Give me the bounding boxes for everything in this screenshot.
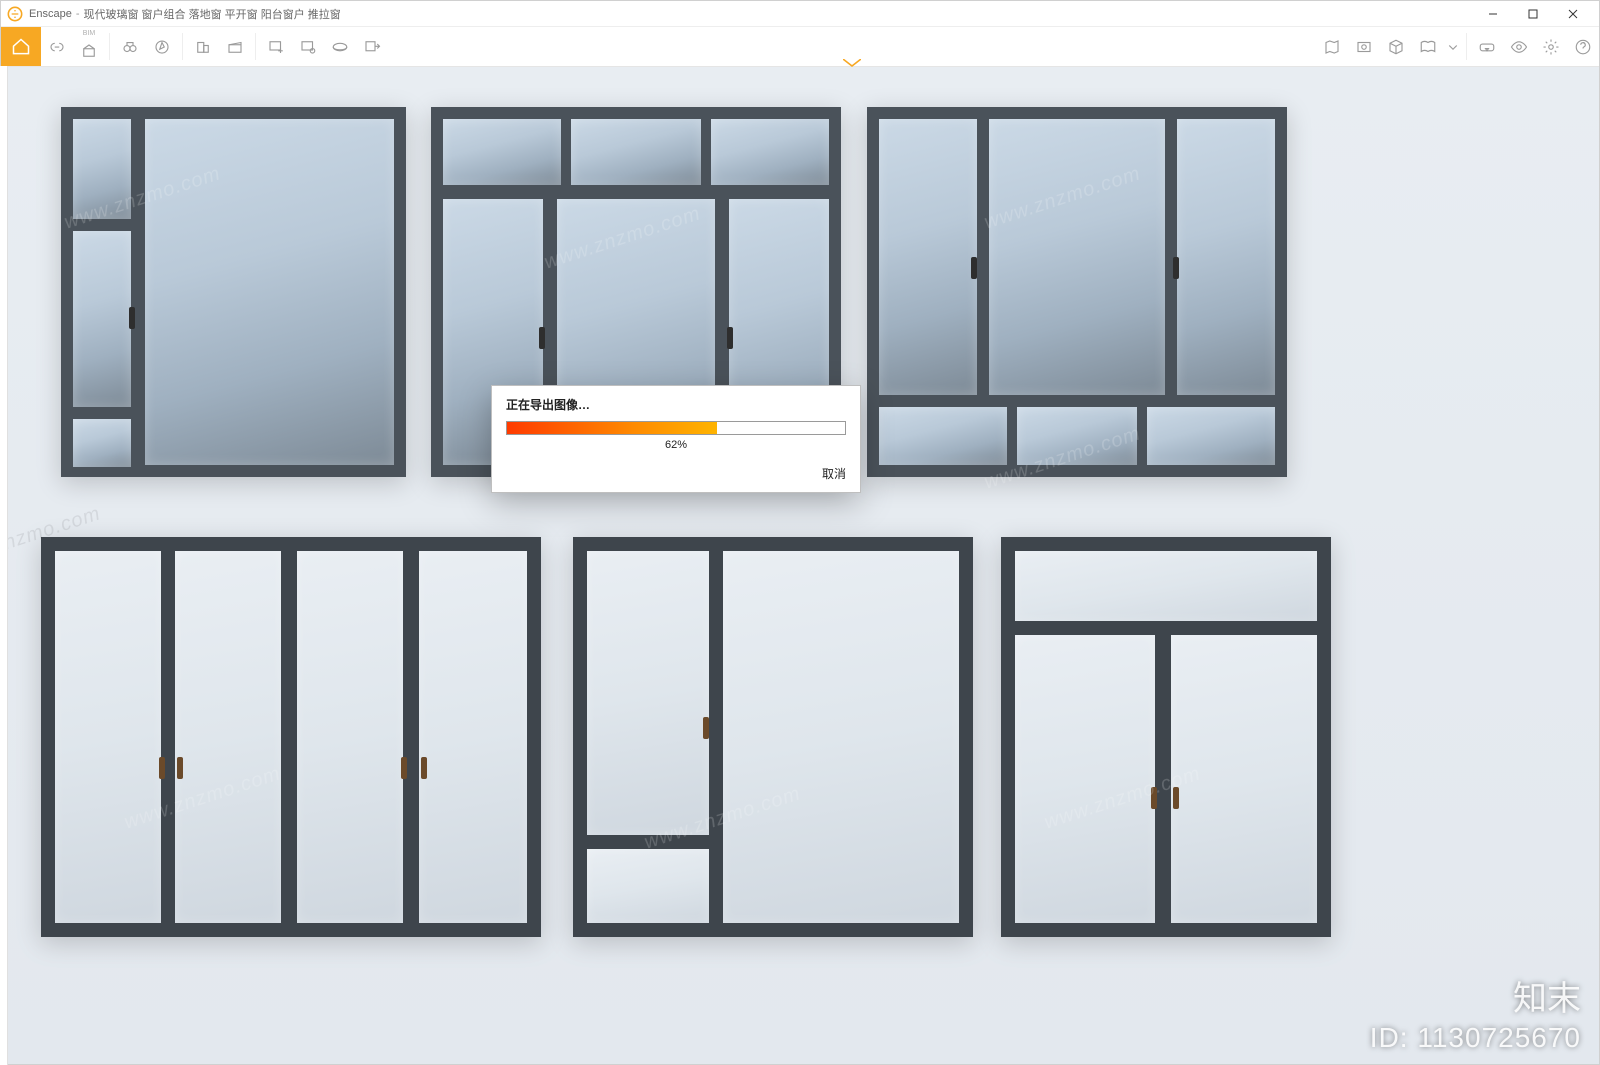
brand-badge: 知末 [1513, 971, 1581, 1020]
window-model-1 [61, 107, 406, 477]
pano-360-icon [331, 38, 349, 56]
export-progress-dialog: 正在导出图像… 62% 取消 [491, 385, 861, 493]
settings-button[interactable] [1535, 27, 1567, 66]
binoculars-icon [121, 38, 139, 56]
help-icon [1574, 38, 1592, 56]
bim-button[interactable]: BIM [73, 27, 105, 66]
toolbar-notch-icon [843, 59, 861, 67]
map-button[interactable] [1316, 27, 1348, 66]
screenshot-icon [1355, 38, 1373, 56]
window-model-3 [867, 107, 1287, 477]
fav-view-manage-button[interactable] [292, 27, 324, 66]
close-button[interactable] [1553, 1, 1593, 27]
pano-export-button[interactable] [324, 27, 356, 66]
viewport[interactable]: www.znzmo.com www.znzmo.com www.znzmo.co… [1, 67, 1599, 1064]
home-button[interactable] [1, 27, 41, 66]
favorite-view-add-icon [267, 38, 285, 56]
gear-icon [1542, 38, 1560, 56]
window-model-6 [1001, 537, 1331, 937]
window-model-5 [573, 537, 973, 937]
vr-headset-icon [1478, 38, 1496, 56]
asset-box-button[interactable] [1380, 27, 1412, 66]
cube-icon [1387, 38, 1405, 56]
app-name: Enscape [29, 8, 72, 20]
export-button[interactable] [356, 27, 388, 66]
favorite-view-manage-icon [299, 38, 317, 56]
eye-icon [1510, 38, 1528, 56]
visibility-button[interactable] [1503, 27, 1535, 66]
compass-icon [153, 38, 171, 56]
down-caret-icon [1444, 38, 1462, 56]
maximize-button[interactable] [1513, 1, 1553, 27]
minimize-button[interactable] [1473, 1, 1513, 27]
progress-percent: 62% [492, 435, 860, 459]
vr-button[interactable] [1471, 27, 1503, 66]
book-button[interactable] [1412, 27, 1444, 66]
link-icon [48, 38, 66, 56]
cancel-button[interactable]: 取消 [822, 465, 846, 482]
binoculars-button[interactable] [114, 27, 146, 66]
open-book-icon [1419, 38, 1437, 56]
titlebar: Enscape - 现代玻璃窗 窗户组合 落地窗 平开窗 阳台窗户 推拉窗 [1, 1, 1599, 27]
id-badge: ID: 1130725670 [1370, 1022, 1581, 1054]
bim-label: BIM [83, 30, 95, 37]
app-window: Enscape - 现代玻璃窗 窗户组合 落地窗 平开窗 阳台窗户 推拉窗 BI… [0, 0, 1600, 1065]
building-icon [194, 38, 212, 56]
video-button[interactable] [219, 27, 251, 66]
progress-bar-fill [507, 422, 717, 434]
window-model-4 [41, 537, 541, 937]
screenshot-button[interactable] [1348, 27, 1380, 66]
map-icon [1323, 38, 1341, 56]
host-left-strip [0, 66, 8, 1065]
compass-button[interactable] [146, 27, 178, 66]
down-caret-button[interactable] [1444, 27, 1462, 66]
toolbar: BIM [1, 27, 1599, 67]
clapper-icon [226, 38, 244, 56]
enscape-logo-icon [7, 6, 23, 22]
home-icon [11, 37, 31, 57]
export-icon [363, 38, 381, 56]
dialog-title: 正在导出图像… [492, 386, 860, 419]
building-button[interactable] [187, 27, 219, 66]
link-sync-button[interactable] [41, 27, 73, 66]
title-sep: - [76, 8, 80, 20]
help-button[interactable] [1567, 27, 1599, 66]
fav-view-add-button[interactable] [260, 27, 292, 66]
bim-icon [80, 42, 98, 60]
document-title: 现代玻璃窗 窗户组合 落地窗 平开窗 阳台窗户 推拉窗 [83, 6, 340, 22]
progress-bar [506, 421, 846, 435]
